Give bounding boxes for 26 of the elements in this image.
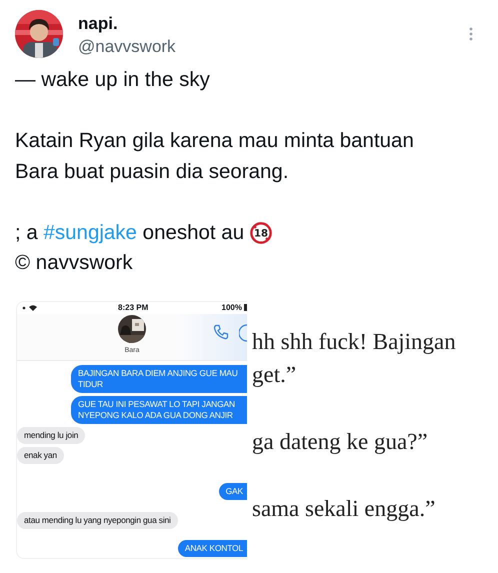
tweet-text: © navvswork [15, 250, 134, 276]
received-message: atau mending lu yang nyepongin gua sini [17, 512, 178, 528]
tweet-text: ; a [15, 220, 39, 246]
author-handle[interactable]: @navvswork [78, 35, 467, 59]
battery-level: 100% [222, 303, 242, 312]
story-text: hh shh fuck! Bajingan [252, 328, 457, 356]
battery-icon [244, 304, 247, 311]
signal-icon [22, 304, 40, 312]
received-message: enak yan [17, 446, 64, 464]
story-text: sama sekali engga.” [252, 494, 436, 523]
received-message: mending lu join [17, 426, 86, 444]
sent-message: GUE TAU INI PESAWAT LO TAPI JANGAN NYEPONG KALO ADA GUA DONG ANJIR [71, 396, 247, 424]
tweet-text: Katain Ryan gila karena mau minta bantuan [15, 128, 415, 154]
story-text: ga dateng ke gua?” [252, 428, 429, 456]
tweet-text: oneshot au [142, 220, 246, 246]
tweet-text: — wake up in the sky [15, 67, 211, 93]
sent-message: ANAK KONTOL [178, 540, 247, 556]
author-name[interactable]: napi. [78, 13, 118, 35]
phone-icon[interactable] [213, 324, 229, 342]
status-time: 8:23 PM [118, 303, 148, 312]
tweet-text: Bara buat puasin dia seorang. [15, 158, 290, 184]
sent-message: BAJINGAN BARA DIEM ANJING GUE MAU TIDUR [71, 364, 247, 392]
story-text: get.” [252, 360, 298, 389]
more-options-button[interactable] [467, 26, 475, 42]
sent-message: GAK [218, 482, 247, 500]
age-restriction-icon: 18 [250, 222, 272, 244]
